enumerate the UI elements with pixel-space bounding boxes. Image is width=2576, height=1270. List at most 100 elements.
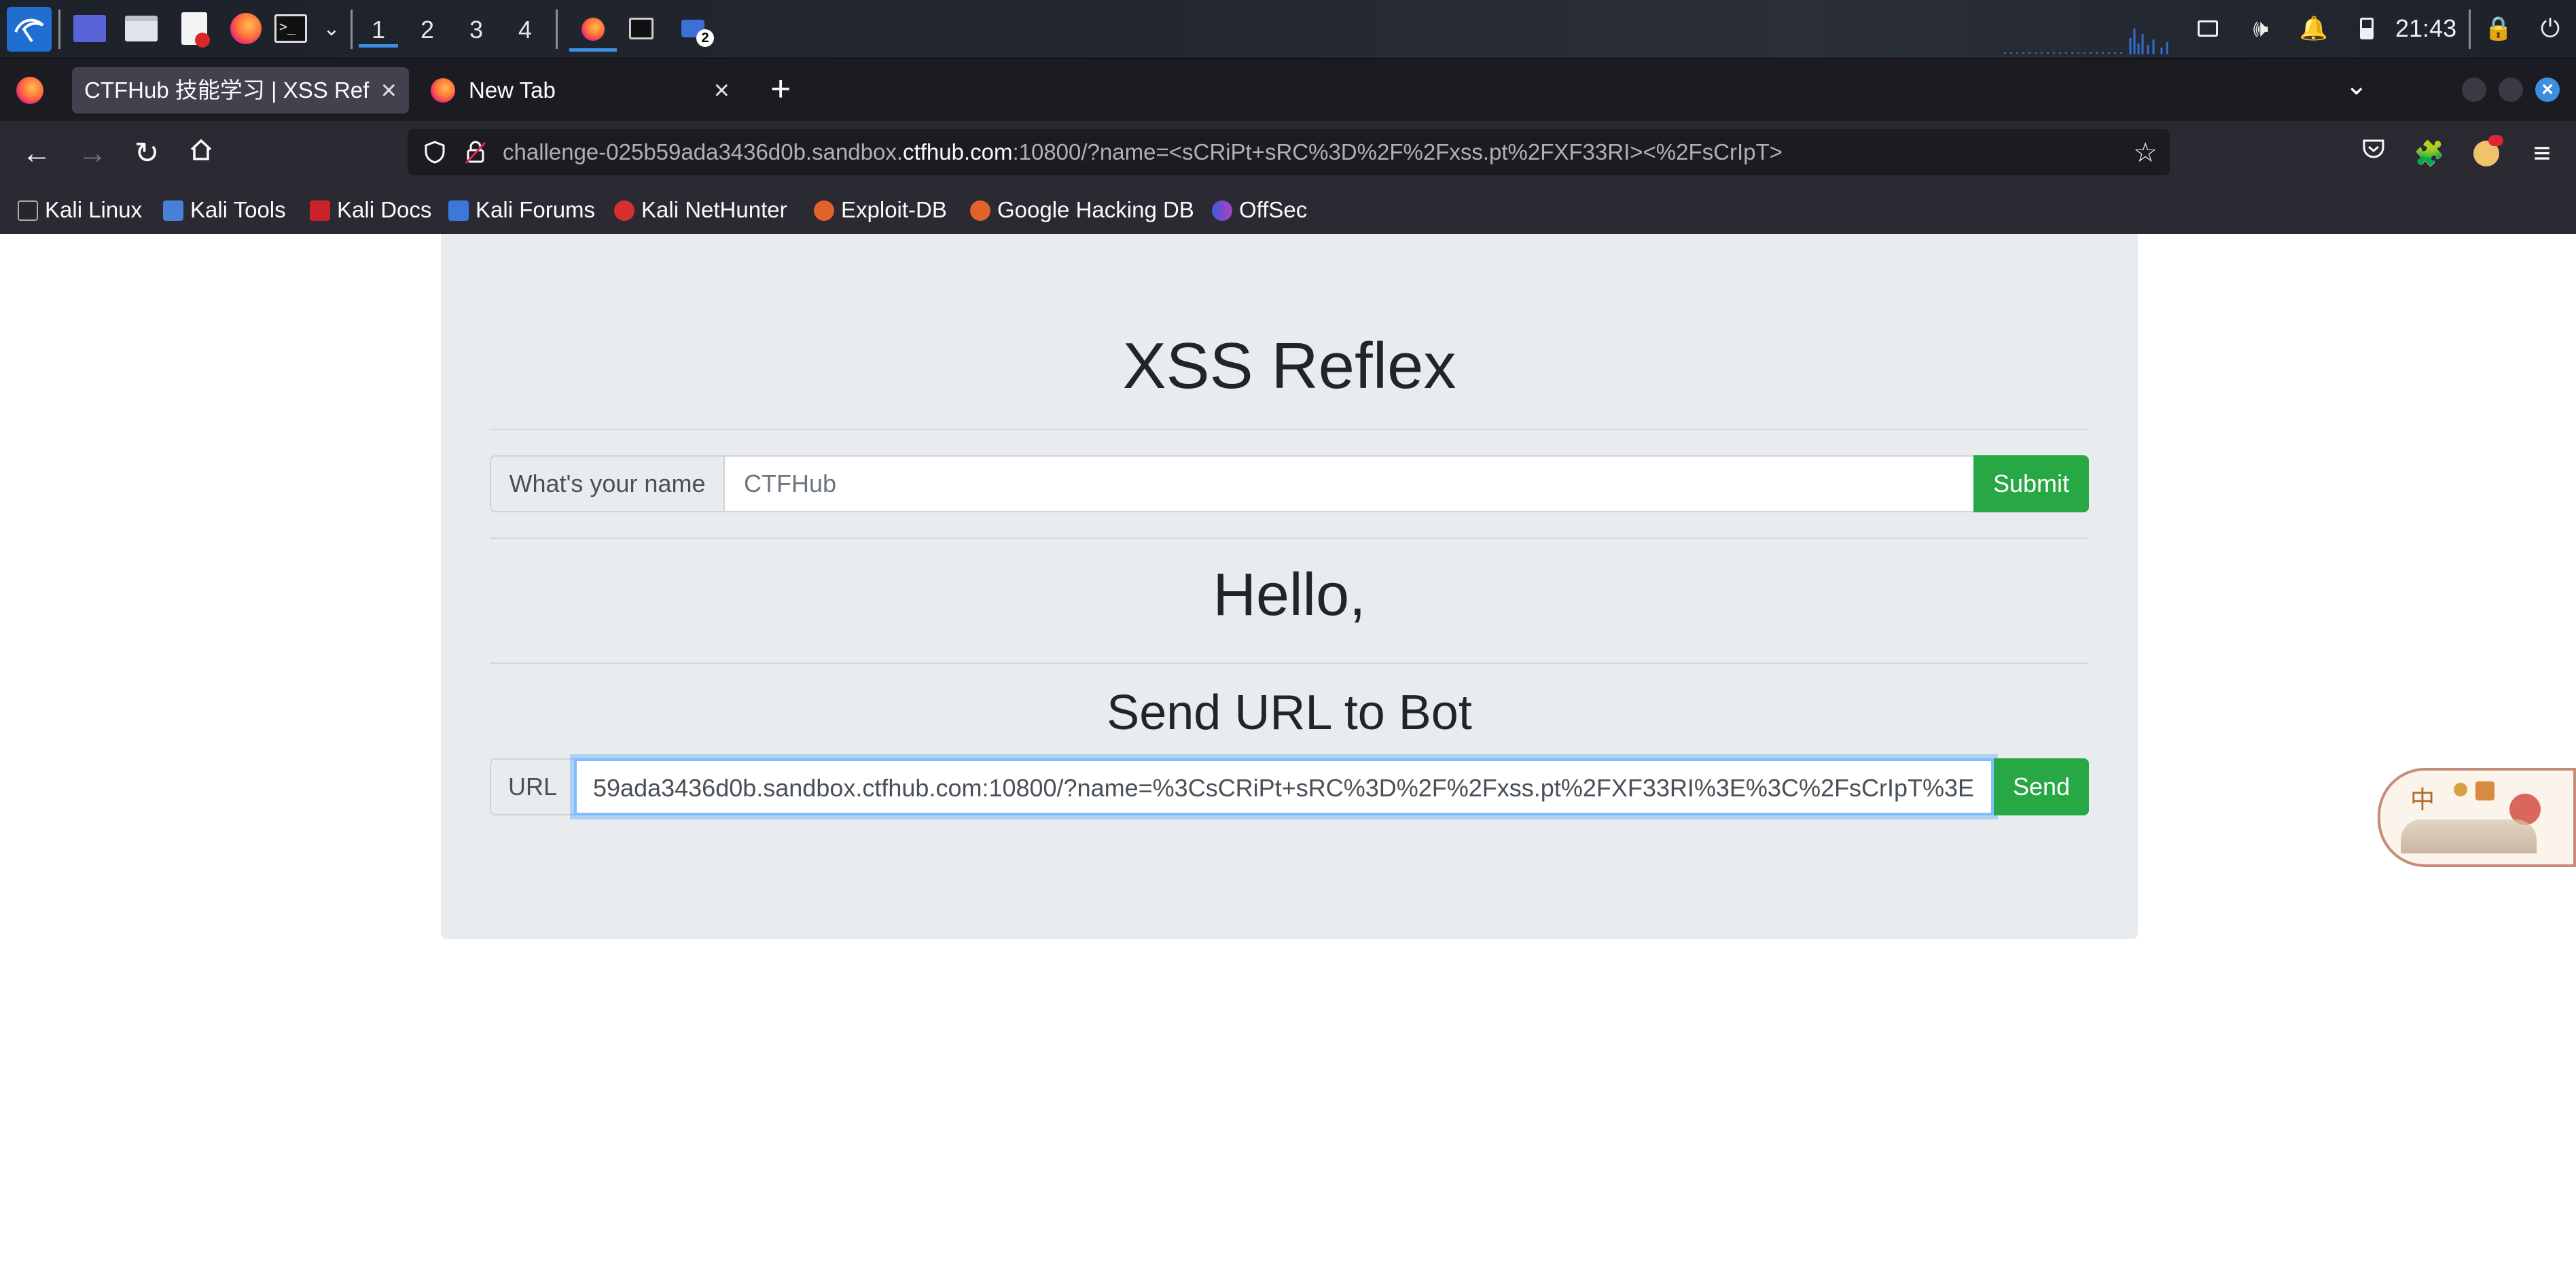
workspace-2[interactable]: 2 (408, 12, 447, 48)
page-content: XSS Reflex What's your name CTFHub Submi… (0, 234, 2576, 1270)
bookmark-google-hacking-db[interactable]: Google Hacking DB (970, 194, 1194, 226)
kali-menu-icon[interactable] (7, 7, 52, 52)
clock[interactable]: 21:43 (2395, 14, 2456, 43)
tab-strip: CTFHub 技能学习 | XSS Reflex × New Tab × + ⌄ (0, 59, 2576, 121)
extensions-puzzle-icon[interactable]: 🧩 (2412, 136, 2447, 171)
firefox-window-icon[interactable] (569, 10, 617, 52)
bookmark-label: Google Hacking DB (997, 197, 1194, 222)
back-arrow-icon[interactable]: ← (19, 136, 54, 171)
widget-dot-icon (2454, 783, 2467, 796)
url-label: URL (490, 758, 575, 815)
submit-button[interactable]: Submit (1973, 455, 2089, 512)
bookmark-kali-linux[interactable]: Kali Linux (18, 194, 142, 226)
screenshot-app-icon[interactable]: 2 (677, 12, 714, 47)
bookmark-label: Kali NetHunter (641, 197, 787, 222)
power-icon[interactable]: ⏻ (2534, 12, 2566, 45)
kali-docs-icon (310, 200, 330, 221)
bookmark-kali-docs[interactable]: Kali Docs (310, 194, 431, 226)
widget-landscape-icon (2401, 819, 2537, 853)
terminal-icon[interactable]: >_ (274, 12, 307, 45)
maximize-window-icon[interactable] (2499, 77, 2523, 102)
bookmark-label: Kali Docs (337, 197, 432, 222)
bot-url-form: URL 59ada3436d0b.sandbox.ctfhub.com:1080… (490, 758, 2089, 815)
bookmark-label: OffSec (1239, 197, 1308, 222)
jumbotron: XSS Reflex What's your name CTFHub Submi… (441, 234, 2138, 939)
page-title: XSS Reflex (1122, 330, 1456, 402)
bookmark-kali-nethunter[interactable]: Kali NetHunter (614, 194, 787, 226)
name-label: What's your name (490, 455, 725, 512)
bookmark-label: Kali Tools (190, 197, 286, 222)
lock-icon[interactable]: 🔒 (2482, 12, 2515, 45)
divider (490, 537, 2089, 539)
notification-badge: 2 (696, 29, 714, 47)
bookmarks-toolbar: Kali Linux Kali Tools Kali Docs Kali For… (0, 186, 2576, 234)
divider (490, 663, 2089, 664)
ghdb-icon (970, 200, 990, 221)
tab-ctfhub[interactable]: CTFHub 技能学习 | XSS Reflex × (72, 67, 409, 113)
kali-tools-icon (163, 200, 183, 221)
offsec-icon (1212, 200, 1232, 221)
send-button[interactable]: Send (1994, 758, 2089, 815)
workspace-3[interactable]: 3 (457, 12, 496, 48)
volume-icon[interactable]: 🕪 (2244, 12, 2277, 45)
firefox-favicon-icon (431, 78, 455, 103)
forward-arrow-icon[interactable]: → (75, 136, 110, 171)
pocket-icon[interactable] (2356, 136, 2391, 171)
tab-title: New Tab (469, 77, 556, 103)
close-window-icon[interactable]: × (2535, 77, 2560, 102)
chevron-down-icon[interactable]: ⌄ (315, 12, 348, 45)
address-bar[interactable]: challenge-025b59ada3436d0b.sandbox.ctfhu… (408, 129, 2170, 175)
name-form: What's your name CTFHub Submit (490, 455, 2089, 512)
battery-icon[interactable] (2350, 12, 2383, 45)
home-icon[interactable] (183, 136, 219, 171)
url-domain: ctfhub.com (903, 139, 1013, 164)
bot-url-input[interactable]: 59ada3436d0b.sandbox.ctfhub.com:10800/?n… (574, 758, 1994, 815)
tracking-shield-icon[interactable] (423, 140, 447, 168)
list-all-tabs-chevron-icon[interactable]: ⌄ (2345, 70, 2368, 101)
display-icon[interactable] (2192, 12, 2224, 45)
firefox-view-icon[interactable] (16, 77, 43, 104)
url-prefix: challenge-025b59ada3436d0b.sandbox. (503, 139, 904, 164)
bell-icon[interactable]: 🔔 (2297, 12, 2330, 45)
url-text: challenge-025b59ada3436d0b.sandbox.ctfhu… (503, 129, 1783, 175)
bookmark-kali-forums[interactable]: Kali Forums (448, 194, 595, 226)
close-tab-icon[interactable]: × (714, 67, 730, 113)
widget-shirt-icon (2475, 781, 2494, 800)
terminal-window-icon[interactable] (625, 12, 658, 45)
kali-nethunter-icon (614, 200, 634, 221)
minimize-window-icon[interactable] (2462, 77, 2486, 102)
desktop-icon[interactable] (73, 12, 106, 45)
account-avatar-icon[interactable] (2469, 135, 2504, 171)
exploit-db-icon (814, 200, 834, 221)
bookmark-star-icon[interactable]: ☆ (2133, 137, 2158, 169)
bookmark-kali-tools[interactable]: Kali Tools (163, 194, 286, 226)
divider (490, 429, 2089, 430)
floating-translate-widget[interactable]: 中 (2378, 768, 2576, 867)
kali-forums-icon (448, 200, 469, 221)
bookmark-offsec[interactable]: OffSec (1212, 194, 1307, 226)
kali-dragon-icon (18, 200, 38, 221)
widget-glyph: 中 (2410, 786, 2435, 814)
tab-new-tab[interactable]: New Tab × (416, 67, 742, 113)
close-tab-icon[interactable]: × (381, 67, 397, 113)
name-input[interactable]: CTFHub (723, 455, 1975, 512)
top-panel: >_ ⌄ 1 2 3 4 2 🕪 🔔 21:43 🔒 ⏻ (0, 0, 2576, 59)
file-manager-icon[interactable] (125, 12, 158, 45)
bookmark-label: Exploit-DB (841, 197, 947, 222)
workspace-1[interactable]: 1 (359, 12, 398, 48)
bookmark-exploit-db[interactable]: Exploit-DB (814, 194, 947, 226)
firefox-icon[interactable] (230, 12, 262, 45)
navigation-toolbar: ← → ↻ challenge-025b59ada3436d0b.sandbox… (0, 121, 2576, 186)
tab-title: CTFHub 技能学习 | XSS Reflex (84, 77, 370, 103)
lock-insecure-icon[interactable] (463, 140, 488, 168)
reload-icon[interactable]: ↻ (129, 136, 164, 171)
workspace-4[interactable]: 4 (505, 12, 545, 48)
text-editor-icon[interactable] (178, 12, 211, 48)
bot-section-title: Send URL to Bot (1107, 686, 1472, 740)
bookmark-label: Kali Linux (45, 197, 143, 222)
greeting: Hello, (1213, 561, 1366, 628)
bookmark-label: Kali Forums (476, 197, 596, 222)
hamburger-menu-icon[interactable]: ≡ (2524, 136, 2560, 171)
network-activity-graph (2004, 24, 2181, 54)
new-tab-plus-icon[interactable]: + (770, 69, 791, 109)
